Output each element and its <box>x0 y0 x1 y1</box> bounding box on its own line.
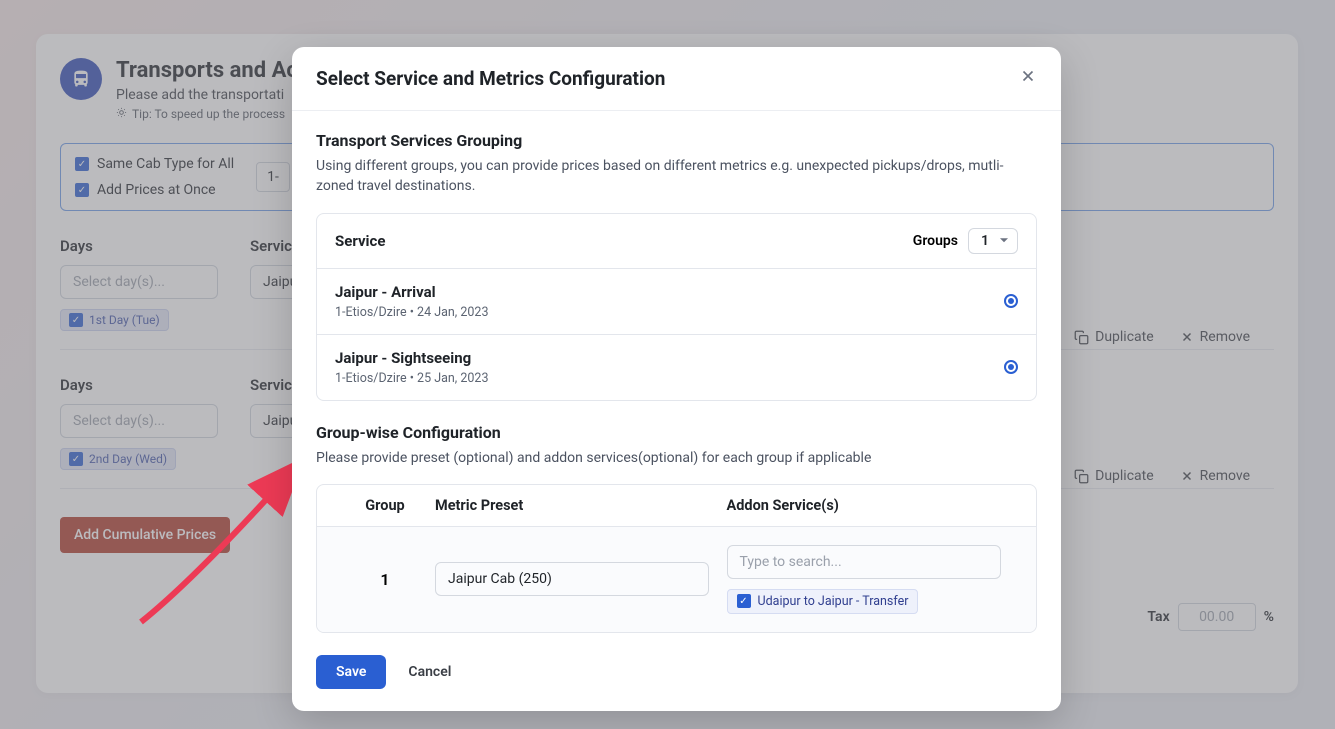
groups-select[interactable]: 1 <box>968 228 1018 254</box>
group-table: Group Metric Preset Addon Service(s) 1 J… <box>316 484 1037 633</box>
section-group-desc: Please provide preset (optional) and add… <box>316 448 1037 468</box>
service-radio[interactable] <box>1004 294 1018 308</box>
modal-title: Select Service and Metrics Configuration <box>316 67 665 90</box>
section-group-title: Group-wise Configuration <box>316 423 1037 442</box>
config-modal: Select Service and Metrics Configuration… <box>292 47 1061 711</box>
service-row[interactable]: Jaipur - Arrival 1-Etios/Dzire • 24 Jan,… <box>317 268 1036 334</box>
preset-col-header: Metric Preset <box>435 497 727 514</box>
service-radio[interactable] <box>1004 360 1018 374</box>
group-row: 1 Jaipur Cab (250) Type to search... ✓Ud… <box>317 526 1036 632</box>
close-icon[interactable] <box>1019 67 1037 90</box>
group-number: 1 <box>335 570 435 589</box>
service-row[interactable]: Jaipur - Sightseeing 1-Etios/Dzire • 25 … <box>317 334 1036 400</box>
section-transport-title: Transport Services Grouping <box>316 131 1037 150</box>
cancel-button[interactable]: Cancel <box>408 664 451 680</box>
addon-col-header: Addon Service(s) <box>727 497 1019 514</box>
service-col-header: Service <box>335 232 385 250</box>
group-col-header: Group <box>335 497 435 514</box>
save-button[interactable]: Save <box>316 655 386 689</box>
metric-preset-input[interactable]: Jaipur Cab (250) <box>435 562 709 596</box>
addon-tag[interactable]: ✓Udaipur to Jaipur - Transfer <box>727 589 919 614</box>
groups-label: Groups <box>913 233 958 249</box>
addon-search-input[interactable]: Type to search... <box>727 545 1001 579</box>
services-table: Service Groups 1 Jaipur - Arrival 1-Etio… <box>316 213 1037 401</box>
section-transport-desc: Using different groups, you can provide … <box>316 156 1037 197</box>
